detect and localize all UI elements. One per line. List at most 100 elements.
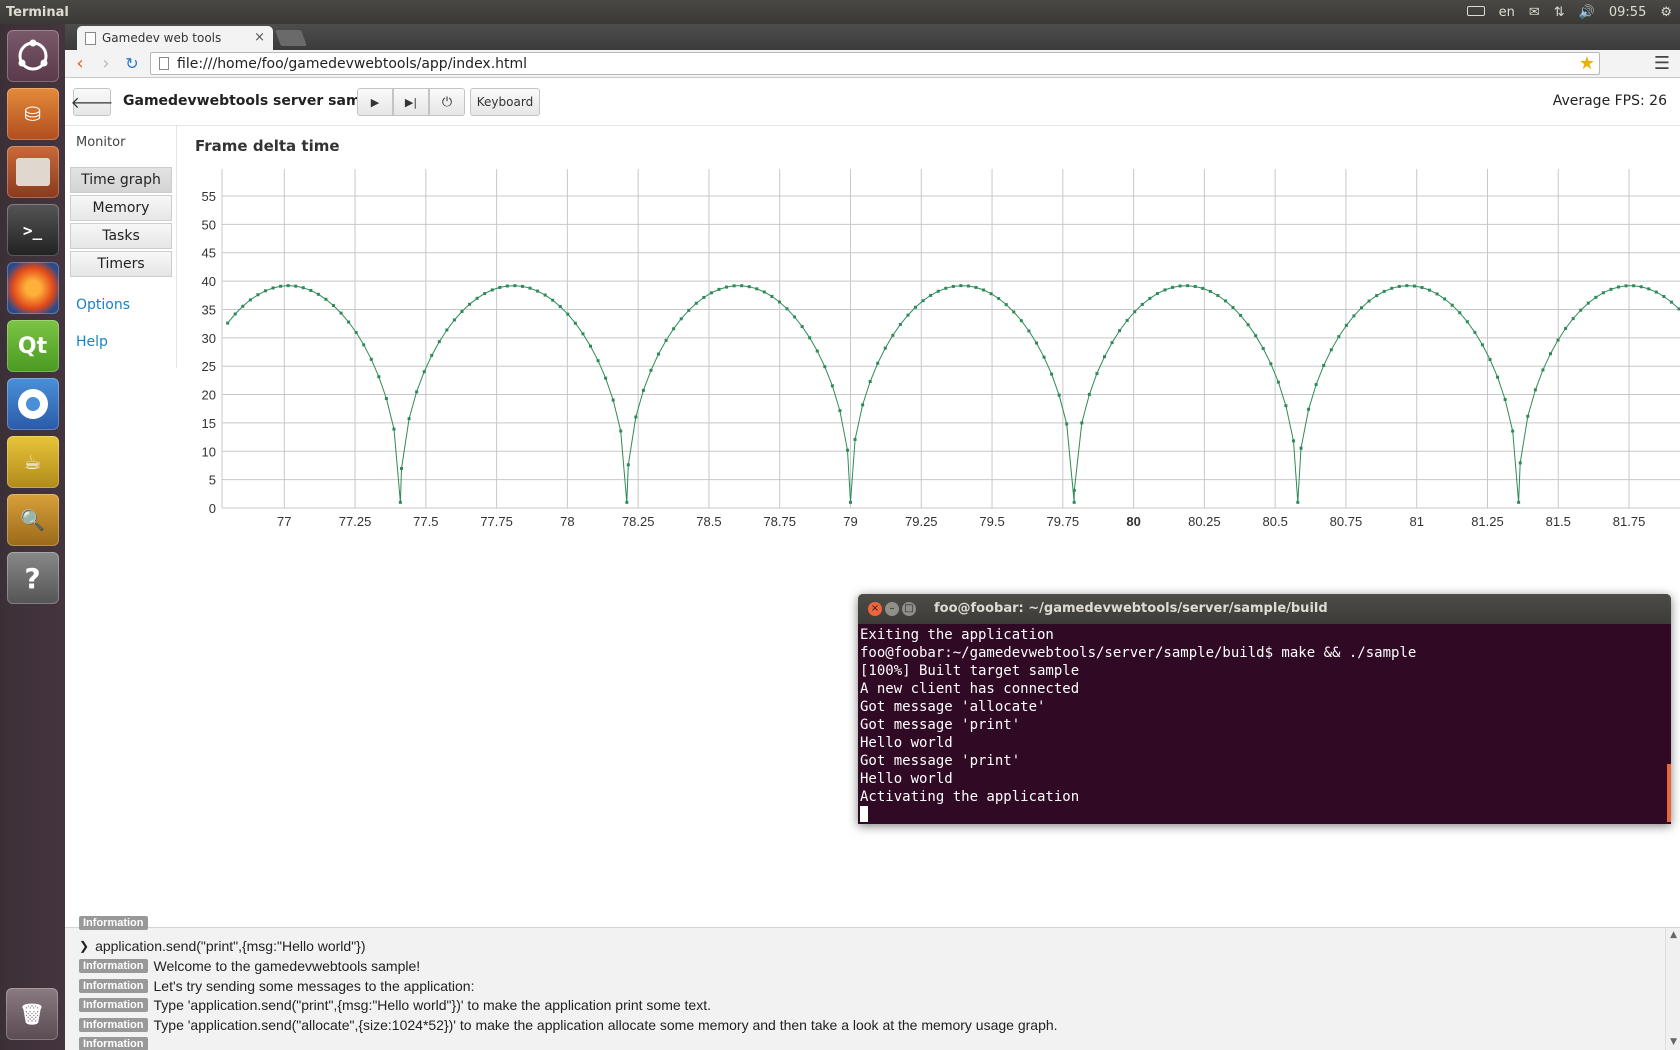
data-point	[1201, 286, 1205, 290]
data-point	[430, 353, 434, 357]
options-link[interactable]: Options	[76, 297, 130, 313]
data-point	[483, 292, 487, 296]
browser-window: Gamedev web tools × ‹ › ↻ file:///home/f…	[65, 24, 1680, 1050]
bookmark-star-icon[interactable]: ★	[1579, 53, 1595, 74]
data-point	[543, 293, 547, 297]
help-link[interactable]: Help	[76, 334, 108, 350]
sidebar-item-timers[interactable]: Timers	[70, 251, 172, 277]
data-point	[1541, 368, 1545, 372]
step-button[interactable]: ▶|	[393, 88, 429, 116]
data-point	[815, 349, 819, 353]
url-bar[interactable]: file:///home/foo/gamedevwebtools/app/ind…	[150, 52, 1600, 75]
y-tick-label: 25	[202, 359, 216, 374]
sidebar-item-tasks[interactable]: Tasks	[70, 223, 172, 249]
keyboard-button[interactable]: Keyboard	[470, 88, 540, 116]
scroll-down-icon[interactable]: ▼	[1670, 1037, 1677, 1047]
back-arrow-icon[interactable]: ‹	[67, 52, 93, 76]
trash-icon[interactable]: 🗑	[6, 988, 58, 1040]
volume-icon[interactable]: 🔊	[1579, 5, 1595, 20]
browser-menu-icon[interactable]: ☰	[1654, 53, 1670, 74]
browser-tab-active[interactable]: Gamedev web tools ×	[77, 26, 273, 50]
data-point	[936, 289, 940, 293]
terminal-output[interactable]: Exiting the application foo@foobar:~/game…	[858, 624, 1671, 824]
data-point	[1443, 297, 1447, 301]
settings-gear-icon[interactable]: ⚙	[1660, 5, 1672, 20]
data-point	[498, 285, 502, 289]
data-point	[823, 365, 827, 369]
data-point	[324, 297, 328, 301]
qt-creator-icon[interactable]: Qt	[6, 320, 59, 372]
tab-close-icon[interactable]: ×	[254, 30, 265, 45]
power-button[interactable]: ⏻	[429, 88, 465, 116]
keyboard-icon[interactable]	[1466, 5, 1485, 20]
data-point	[1034, 341, 1038, 345]
data-point	[1208, 289, 1212, 293]
data-point	[687, 308, 691, 312]
data-point	[914, 305, 918, 309]
minimize-icon[interactable]: –	[885, 602, 899, 616]
frame-delta-chart[interactable]: 0 5 10 15 20 25 30 35 40 45 50 55 77 77.25 77.5 77.75 78…	[190, 159, 1680, 559]
data-point	[1193, 284, 1197, 288]
help-icon[interactable]: ?	[6, 552, 59, 604]
clock[interactable]: 09:55	[1609, 5, 1646, 20]
terminal-scrollbar[interactable]	[1667, 764, 1671, 822]
console-message: Information	[79, 1034, 154, 1050]
data-point	[1284, 404, 1288, 408]
forward-arrow-icon[interactable]: ›	[93, 52, 119, 76]
sidebar-item-time-graph[interactable]: Time graph	[70, 167, 172, 193]
scroll-up-icon[interactable]: ▲	[1670, 930, 1677, 940]
data-point	[551, 298, 555, 302]
data-point	[898, 322, 902, 326]
console-scrollbar[interactable]: ▲ ▼	[1665, 928, 1680, 1050]
network-icon[interactable]: ⇅	[1554, 5, 1565, 20]
teapot-app-icon[interactable]: ☕	[6, 436, 59, 488]
terminal-line: Got message 'print'	[860, 717, 1021, 733]
tab-strip: Gamedev web tools ×	[65, 24, 1680, 50]
new-tab-button[interactable]	[275, 30, 307, 46]
data-point	[604, 376, 608, 380]
keyboard-layout-indicator[interactable]: en	[1499, 5, 1515, 20]
close-icon[interactable]: ×	[868, 602, 882, 616]
image-viewer-icon[interactable]: 🔍	[6, 494, 59, 546]
y-tick-label: 0	[209, 501, 216, 516]
data-point	[309, 288, 313, 292]
play-button[interactable]: ▶	[357, 88, 393, 116]
software-installer-icon[interactable]: ⛁	[6, 88, 59, 140]
data-point	[226, 321, 230, 325]
data-point	[1239, 313, 1243, 317]
chromium-icon[interactable]	[6, 378, 59, 430]
data-point	[384, 397, 388, 401]
data-point	[1087, 392, 1091, 396]
info-badge: Information	[79, 1037, 148, 1050]
terminal-titlebar[interactable]: × – □ foo@foobar: ~/gamedevwebtools/serv…	[858, 594, 1671, 624]
data-point	[415, 390, 419, 394]
terminal-window[interactable]: × – □ foo@foobar: ~/gamedevwebtools/serv…	[858, 594, 1671, 824]
maximize-icon[interactable]: □	[902, 602, 916, 616]
console-panel[interactable]: Information ❯ application.send("print",{…	[65, 916, 1680, 1050]
data-point	[1654, 290, 1658, 294]
data-point	[883, 346, 887, 350]
data-point	[1095, 372, 1099, 376]
files-icon[interactable]	[6, 146, 59, 198]
terminal-icon[interactable]: >_	[6, 204, 59, 256]
data-point	[1397, 284, 1401, 288]
play-icon: ▶	[370, 95, 380, 109]
mail-icon[interactable]: ✉	[1529, 5, 1540, 20]
ubuntu-home-icon[interactable]	[6, 30, 59, 82]
data-point	[1057, 393, 1061, 397]
data-point	[702, 295, 706, 299]
data-point	[1231, 305, 1235, 309]
data-point	[256, 293, 260, 297]
reload-icon[interactable]: ↻	[119, 52, 145, 76]
back-button[interactable]: 🡐	[71, 88, 113, 116]
data-point	[1375, 294, 1379, 298]
data-point	[989, 292, 993, 296]
sidebar-item-memory[interactable]: Memory	[70, 195, 172, 221]
x-tick-label: 79.5	[979, 514, 1004, 529]
data-point	[1624, 284, 1628, 288]
data-point	[1004, 303, 1008, 307]
data-point	[1329, 348, 1333, 352]
data-point	[1662, 295, 1666, 299]
x-tick-label: 78.5	[696, 514, 721, 529]
firefox-icon[interactable]	[6, 262, 59, 314]
